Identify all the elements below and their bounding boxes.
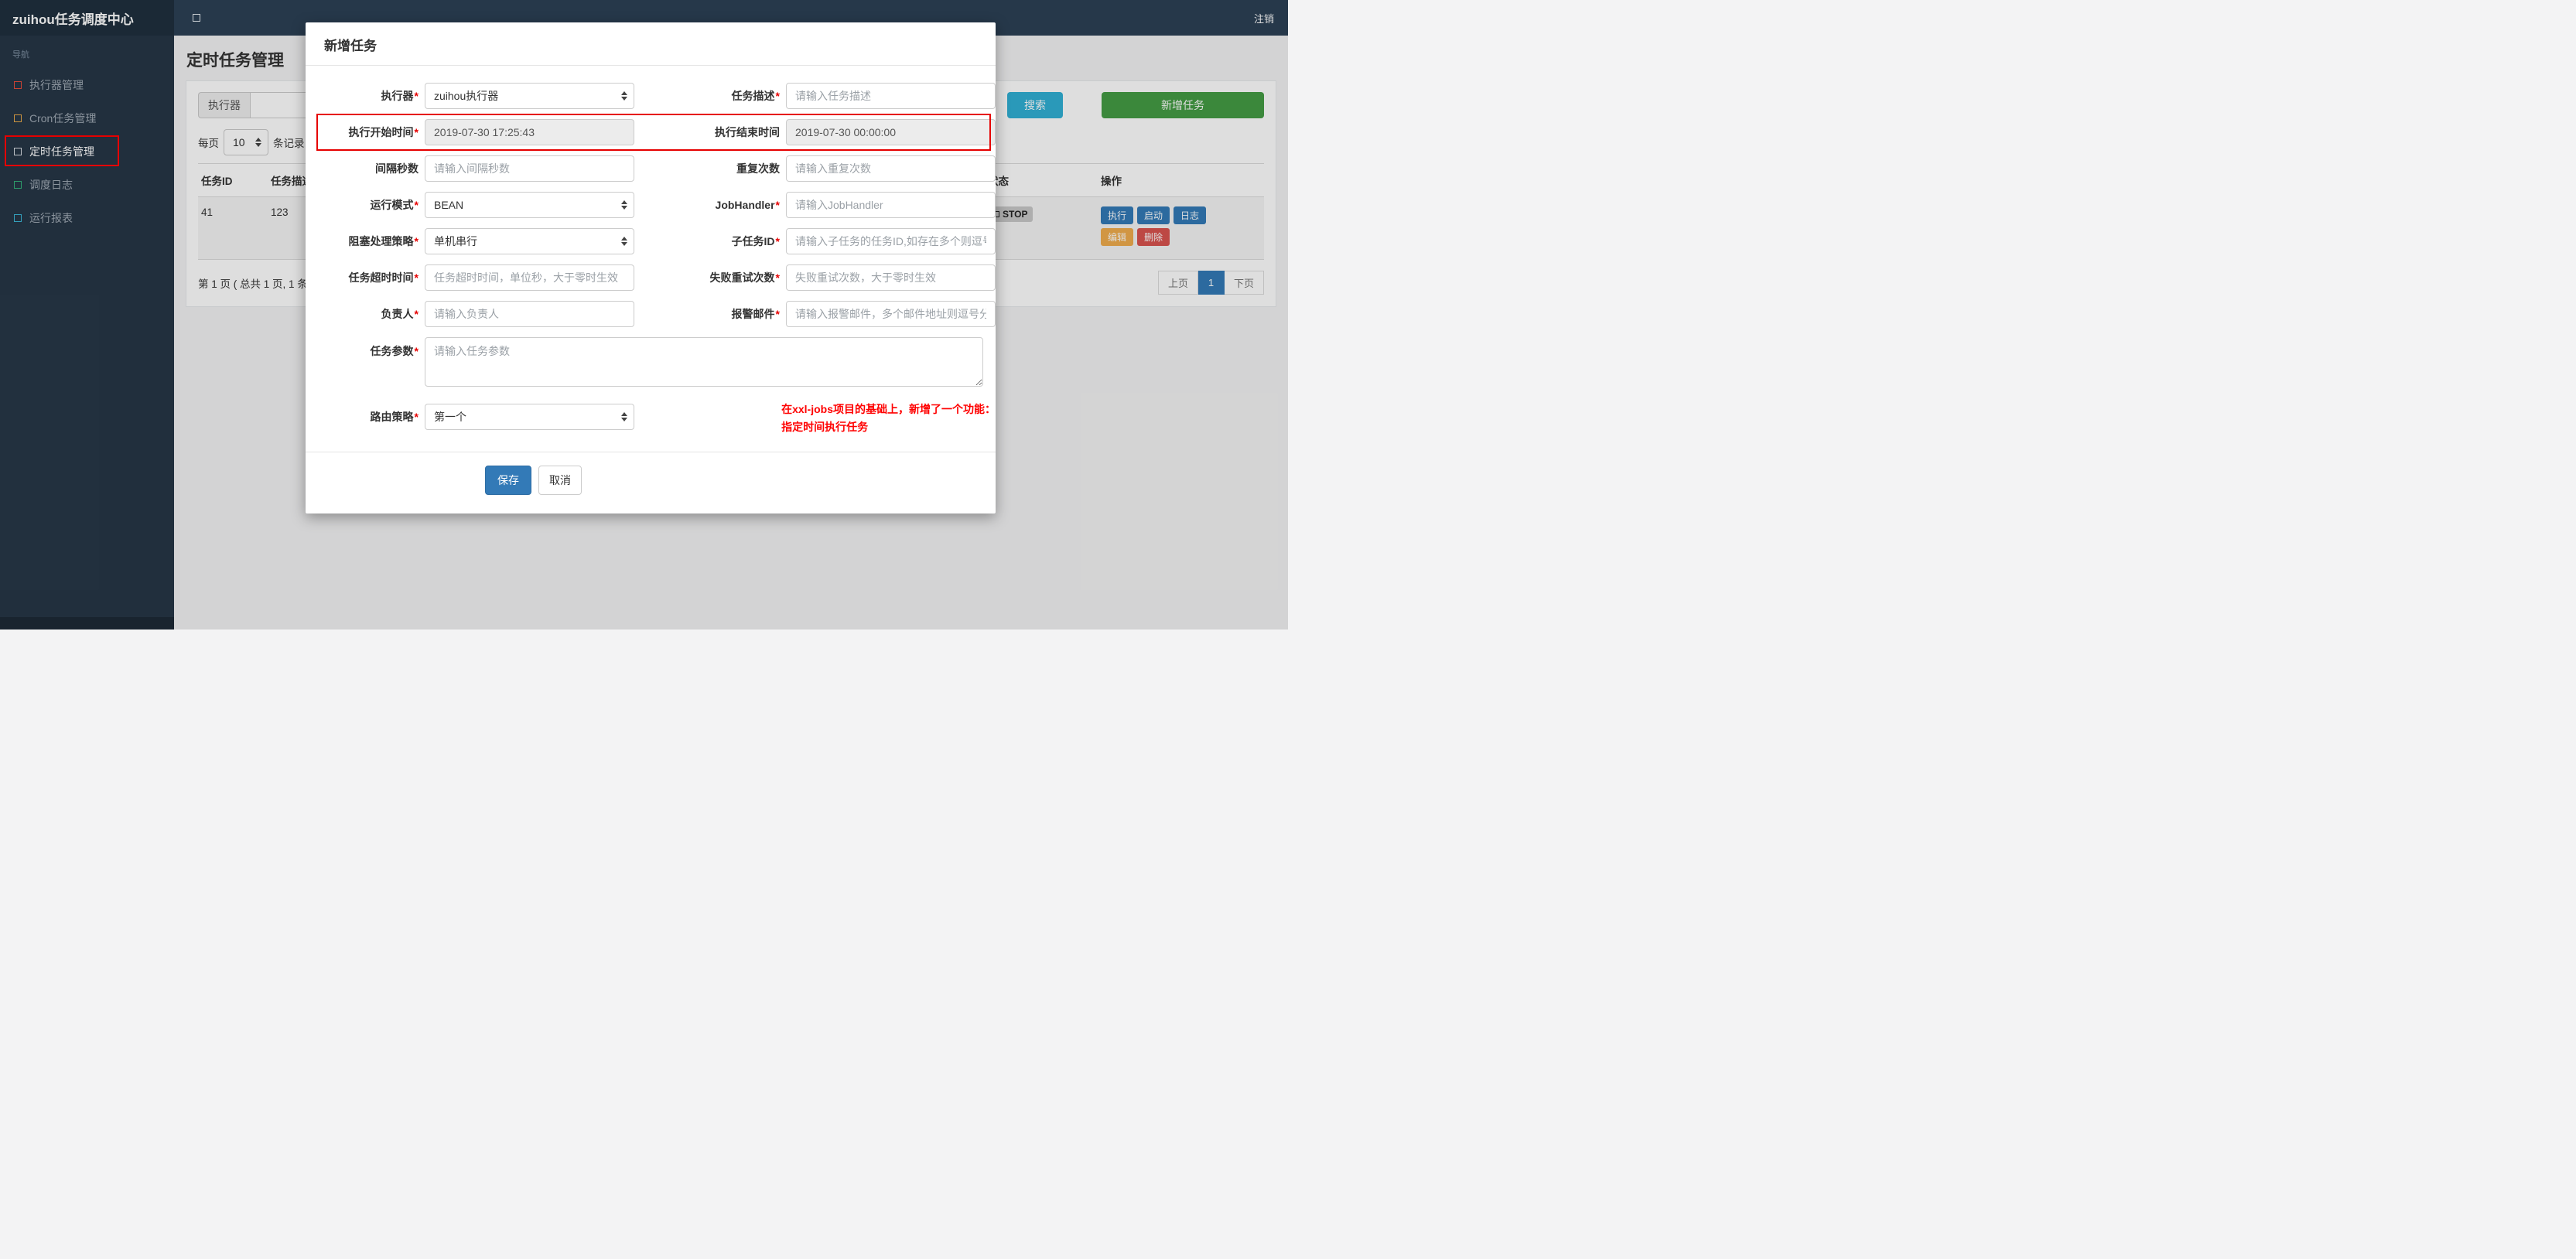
- route-strategy-select[interactable]: 第一个: [425, 403, 634, 430]
- form-row-5: 阻塞处理策略* 单机串行 子任务ID*: [310, 228, 996, 254]
- job-handler-input[interactable]: [786, 192, 996, 218]
- repeat-input[interactable]: [786, 155, 996, 182]
- modal-footer: 保存 取消: [306, 452, 996, 513]
- job-param-textarea[interactable]: [425, 337, 983, 387]
- start-time-input[interactable]: [425, 119, 634, 145]
- cancel-button[interactable]: 取消: [538, 466, 582, 496]
- form-row-9: 路由策略* 第一个 在xxl-jobs项目的基础上，新增了一个功能： 指定时间执…: [310, 397, 996, 436]
- save-button[interactable]: 保存: [485, 466, 531, 496]
- fail-retry-input[interactable]: [786, 264, 996, 291]
- alarm-email-input[interactable]: [786, 301, 996, 327]
- add-task-modal: 新增任务 执行器* zuihou执行器 任务描述* 执行开始时间* 执行结束时间…: [306, 22, 996, 514]
- run-mode-select-value: BEAN: [434, 199, 464, 211]
- timeout-input[interactable]: [425, 264, 634, 291]
- run-mode-select[interactable]: BEAN: [425, 192, 634, 218]
- form-row-4: 运行模式* BEAN JobHandler*: [310, 192, 996, 218]
- end-time-input[interactable]: [786, 119, 996, 145]
- form-row-1: 执行器* zuihou执行器 任务描述*: [310, 83, 996, 109]
- block-strategy-label: 阻塞处理策略*: [348, 235, 419, 247]
- executor-label: 执行器*: [381, 90, 419, 102]
- child-job-input[interactable]: [786, 228, 996, 254]
- executor-select-value: zuihou执行器: [434, 90, 499, 102]
- feature-note: 在xxl-jobs项目的基础上，新增了一个功能： 指定时间执行任务: [781, 397, 996, 436]
- fail-retry-label: 失败重试次数*: [709, 271, 780, 284]
- block-strategy-select[interactable]: 单机串行: [425, 228, 634, 254]
- form-row-2: 执行开始时间* 执行结束时间: [310, 114, 996, 151]
- job-desc-input[interactable]: [786, 83, 996, 109]
- end-time-label: 执行结束时间: [715, 126, 780, 138]
- select-caret-icon: [621, 237, 627, 246]
- interval-label: 间隔秒数: [375, 162, 419, 175]
- select-caret-icon: [621, 411, 627, 421]
- child-job-label: 子任务ID*: [731, 235, 780, 247]
- modal-title: 新增任务: [324, 39, 377, 53]
- form-row-8: 任务参数*: [310, 337, 996, 387]
- form-row-7: 负责人* 报警邮件*: [310, 301, 996, 327]
- job-handler-label: JobHandler*: [715, 199, 780, 211]
- owner-input[interactable]: [425, 301, 634, 327]
- feature-note-line-1: 在xxl-jobs项目的基础上，新增了一个功能：: [781, 403, 996, 415]
- executor-select[interactable]: zuihou执行器: [425, 83, 634, 109]
- form-row-6: 任务超时时间* 失败重试次数*: [310, 264, 996, 291]
- job-param-label: 任务参数*: [370, 345, 419, 357]
- repeat-label: 重复次数: [736, 162, 780, 175]
- select-caret-icon: [621, 200, 627, 210]
- select-caret-icon: [621, 91, 627, 101]
- start-time-label: 执行开始时间*: [348, 126, 419, 138]
- modal-header: 新增任务: [306, 22, 996, 66]
- interval-input[interactable]: [425, 155, 634, 182]
- route-strategy-select-value: 第一个: [434, 410, 466, 423]
- job-desc-label: 任务描述*: [731, 90, 780, 102]
- timeout-label: 任务超时时间*: [348, 271, 419, 284]
- owner-label: 负责人*: [381, 308, 419, 320]
- form-row-3: 间隔秒数 重复次数: [310, 155, 996, 182]
- modal-body: 执行器* zuihou执行器 任务描述* 执行开始时间* 执行结束时间 间隔秒数…: [306, 66, 996, 436]
- run-mode-label: 运行模式*: [370, 199, 419, 211]
- alarm-email-label: 报警邮件*: [731, 308, 780, 320]
- route-strategy-label: 路由策略*: [370, 410, 419, 423]
- block-strategy-select-value: 单机串行: [434, 235, 477, 247]
- feature-note-line-2: 指定时间执行任务: [781, 421, 869, 434]
